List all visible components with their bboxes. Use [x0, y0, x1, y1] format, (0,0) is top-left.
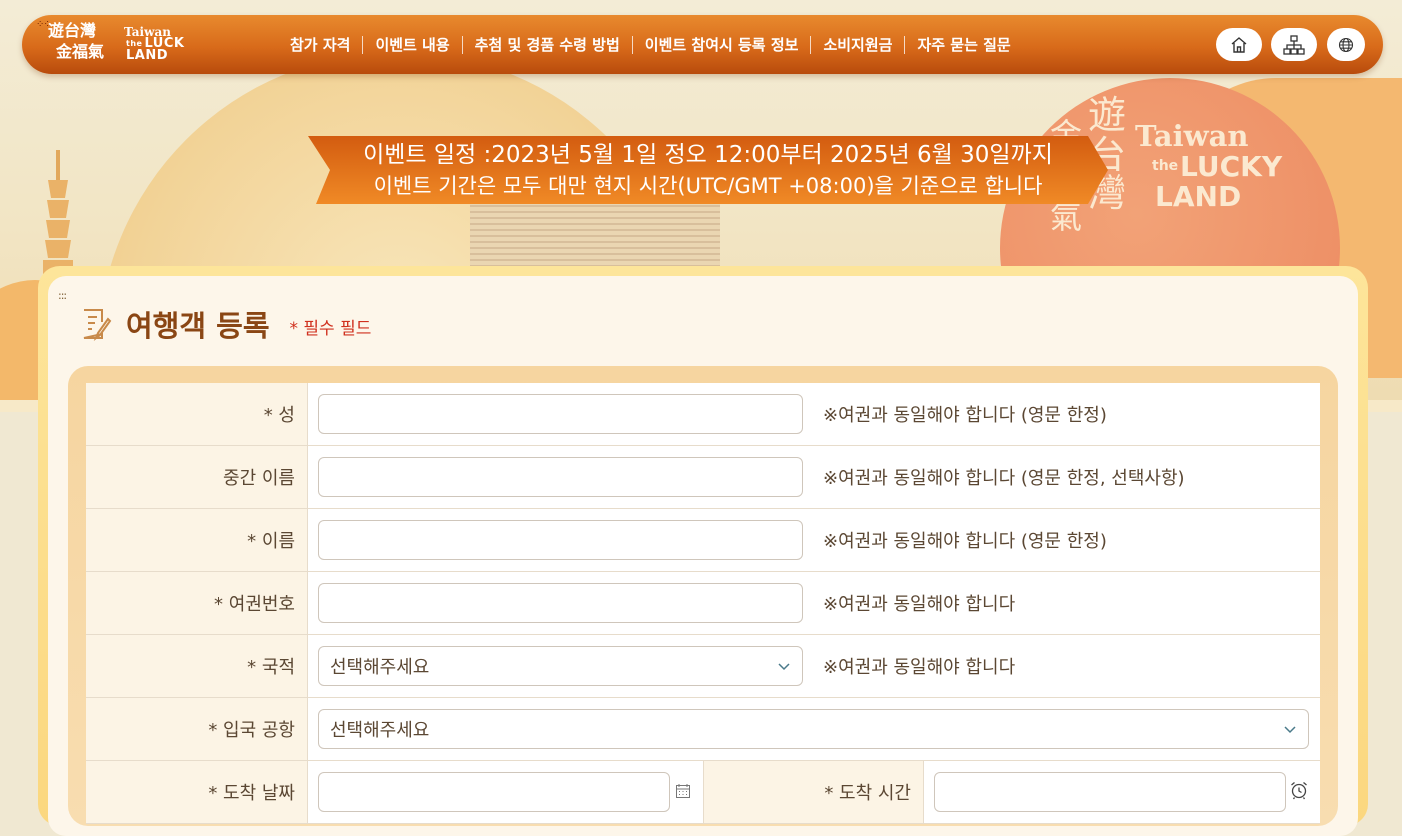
chevron-down-icon — [1284, 726, 1296, 734]
nav-draw-prize[interactable]: 추첨 및 경품 수령 방법 — [463, 35, 633, 54]
nav-consumption-subsidy[interactable]: 소비지원금 — [811, 35, 906, 54]
middle-name-input[interactable] — [318, 457, 803, 497]
art-en-2: the — [1152, 158, 1178, 174]
field-hint: ※여권과 동일해야 합니다 (영문 한정) — [823, 405, 1107, 426]
field-hint: ※여권과 동일해야 합니다 — [823, 594, 1016, 615]
alarm-clock-icon[interactable] — [1289, 780, 1309, 800]
arrival-airport-select[interactable]: 선택해주세요 — [318, 709, 1309, 749]
form-title: 여행객 등록 — [126, 309, 270, 343]
field-label: * 이름 — [86, 509, 308, 571]
required-note: * 필수 필드 — [289, 318, 372, 339]
timezone-note: 이벤트 기간은 모두 대만 현지 시간(UTC/GMT +08:00)을 기준으… — [373, 174, 1043, 198]
field-label: 중간 이름 — [86, 446, 308, 508]
calendar-icon[interactable] — [675, 783, 691, 799]
logo-en-block: the LUCK LAND — [126, 37, 184, 63]
field-label: * 입국 공항 — [86, 698, 308, 760]
event-period-text: 이벤트 일정 :2023년 5월 1일 정오 12:00부터 2025년 6월 … — [363, 142, 1053, 168]
traveler-form: * 성 ※여권과 동일해야 합니다 (영문 한정) 중간 이름 ※여권과 동일해… — [86, 383, 1320, 824]
nationality-select[interactable]: 선택해주세요 — [318, 646, 803, 686]
art-en-3: LUCKY — [1180, 150, 1283, 183]
language-button[interactable] — [1327, 28, 1365, 61]
logo-en-the: the — [126, 39, 143, 48]
arrival-date-input[interactable] — [318, 772, 670, 812]
event-period-ribbon: 이벤트 일정 :2023년 5월 1일 정오 12:00부터 2025년 6월 … — [308, 136, 1108, 204]
globe-icon — [1338, 37, 1354, 52]
last-name-input[interactable] — [318, 394, 803, 434]
art-cjk-1: 遊 — [1088, 93, 1126, 137]
form-row-last-name: * 성 ※여권과 동일해야 합니다 (영문 한정) — [86, 383, 1320, 446]
form-row-first-name: * 이름 ※여권과 동일해야 합니다 (영문 한정) — [86, 509, 1320, 572]
site-logo[interactable]: ⁘⁘ 遊台灣 金福氣 Taiwan the LUCK LAND — [36, 19, 186, 67]
form-row-nationality: * 국적 선택해주세요 ※여권과 동일해야 합니다 — [86, 635, 1320, 698]
field-hint: ※여권과 동일해야 합니다 (영문 한정) — [823, 531, 1107, 552]
logo-cjk-line1: 遊台灣 — [48, 21, 97, 40]
form-row-arrival-airport: * 입국 공항 선택해주세요 — [86, 698, 1320, 761]
logo-cjk-line2: 金福氣 — [56, 42, 105, 61]
nav-registration-info[interactable]: 이벤트 참여시 등록 정보 — [633, 35, 812, 54]
field-hint: ※여권과 동일해야 합니다 (영문 한정, 선택사항) — [823, 468, 1185, 489]
home-button[interactable] — [1216, 28, 1262, 61]
sitemap-icon — [1283, 34, 1305, 55]
chevron-down-icon — [778, 663, 790, 671]
home-icon — [1231, 36, 1247, 53]
form-row-arrival: * 도착 날짜 * 도착 시간 — [86, 761, 1320, 824]
nav-faq[interactable]: 자주 묻는 질문 — [905, 36, 1022, 54]
drag-handle[interactable]: ::: — [58, 289, 67, 302]
art-en-4: LAND — [1155, 180, 1241, 213]
top-nav: ⁘⁘ 遊台灣 金福氣 Taiwan the LUCK LAND 참가 자격 이벤트… — [22, 15, 1383, 74]
first-name-input[interactable] — [318, 520, 803, 560]
field-label: * 도착 시간 — [703, 761, 924, 823]
document-edit-icon — [83, 309, 112, 341]
nav-event-details[interactable]: 이벤트 내용 — [363, 35, 463, 54]
select-value: 선택해주세요 — [330, 657, 430, 678]
form-header: 여행객 등록 * 필수 필드 — [78, 302, 371, 346]
field-label: * 성 — [86, 383, 308, 445]
form-row-middle-name: 중간 이름 ※여권과 동일해야 합니다 (영문 한정, 선택사항) — [86, 446, 1320, 509]
main-menu: 참가 자격 이벤트 내용 추첨 및 경품 수령 방법 이벤트 참여시 등록 정보… — [278, 15, 1023, 74]
passport-number-input[interactable] — [318, 583, 803, 623]
select-value: 선택해주세요 — [330, 720, 430, 741]
field-label: * 국적 — [86, 635, 308, 697]
form-row-passport: * 여권번호 ※여권과 동일해야 합니다 — [86, 572, 1320, 635]
field-label: * 여권번호 — [86, 572, 308, 634]
art-en-1: Taiwan — [1135, 119, 1248, 153]
sitemap-button[interactable] — [1271, 28, 1317, 61]
nav-eligibility[interactable]: 참가 자격 — [278, 35, 364, 54]
field-hint: ※여권과 동일해야 합니다 — [823, 657, 1016, 678]
logo-en-line3: LAND — [126, 48, 169, 63]
arrival-time-input[interactable] — [934, 772, 1286, 812]
field-label: * 도착 날짜 — [86, 761, 308, 823]
